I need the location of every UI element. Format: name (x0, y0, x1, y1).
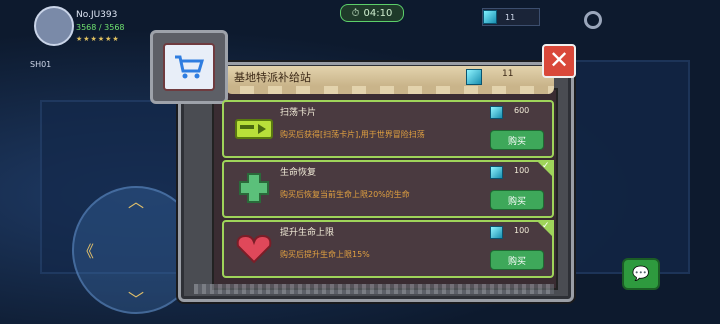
shop-cart-badge (150, 30, 228, 104)
close-icon: ✕ (548, 46, 570, 74)
item-name: 提升生命上限 (280, 228, 335, 238)
settings-gear-icon[interactable] (584, 11, 602, 29)
timer-value: 04:10 (363, 7, 393, 19)
gem-icon (490, 106, 503, 119)
item-description: 购买后获得[扫荡卡片],用于世界冒险扫荡 (280, 130, 425, 139)
chat-bubble-icon: 💬 (632, 266, 650, 282)
gem-icon (490, 166, 503, 179)
pass-card-icon (234, 112, 274, 144)
shop-awning (226, 86, 554, 94)
top-gem-counter: 11 (482, 8, 540, 26)
top-hud: No.JU393 3568 / 3568 ★★★★★★ ⏱ 04:10 11 (0, 0, 720, 46)
player-name: No.JU393 (76, 10, 118, 20)
game-timer: ⏱ 04:10 (340, 4, 404, 22)
top-gem-value: 11 (505, 12, 516, 22)
panel-bottom-trim (194, 284, 554, 294)
item-name: 生命恢复 (280, 168, 317, 178)
buy-button[interactable]: 购买 (490, 250, 544, 270)
background-room (566, 60, 690, 274)
close-button[interactable]: ✕ (542, 44, 576, 78)
shop-item-sweep-card[interactable]: 扫荡卡片 购买后获得[扫荡卡片],用于世界冒险扫荡 600 购买 (222, 100, 554, 158)
gem-icon (466, 69, 482, 85)
shop-item-health-restore[interactable]: ✓ 生命恢复 购买后恢复当前生命上限20%的生命 100 购买 (222, 160, 554, 218)
item-description: 购买后提升生命上限15% (280, 250, 370, 259)
player-rank-stars: ★★★★★★ (76, 35, 120, 43)
item-price: 600 (514, 106, 530, 115)
shop-item-max-health[interactable]: ✓ 提升生命上限 购买后提升生命上限15% 100 购买 (222, 220, 554, 278)
item-price: 100 (514, 166, 530, 175)
shopping-cart-icon (163, 43, 215, 91)
joystick-left-icon: 《 (78, 242, 95, 261)
shop-gem-value: 11 (502, 69, 514, 79)
health-cross-icon (234, 172, 274, 204)
side-label: SH01 (30, 60, 52, 69)
chat-button[interactable]: 💬 (622, 258, 660, 290)
player-avatar[interactable] (34, 6, 74, 46)
checkmark-icon: ✓ (536, 220, 554, 238)
checkmark-icon: ✓ (536, 160, 554, 178)
buy-button[interactable]: 购买 (490, 130, 544, 150)
joystick-down-icon: ﹀ (128, 290, 145, 309)
item-name: 扫荡卡片 (280, 108, 317, 118)
gem-icon (483, 10, 497, 24)
player-hp: 3568 / 3568 (76, 23, 125, 32)
shop-title-bar: 基地特派补给站 11 (226, 66, 554, 88)
clock-icon: ⏱ (351, 7, 360, 19)
buy-button[interactable]: 购买 (490, 190, 544, 210)
joystick-up-icon: ︿ (128, 192, 145, 211)
gem-icon (490, 226, 503, 239)
shop-title: 基地特派补给站 (234, 71, 311, 84)
item-description: 购买后恢复当前生命上限20%的生命 (280, 190, 410, 199)
heart-icon (234, 232, 274, 264)
item-price: 100 (514, 226, 530, 235)
